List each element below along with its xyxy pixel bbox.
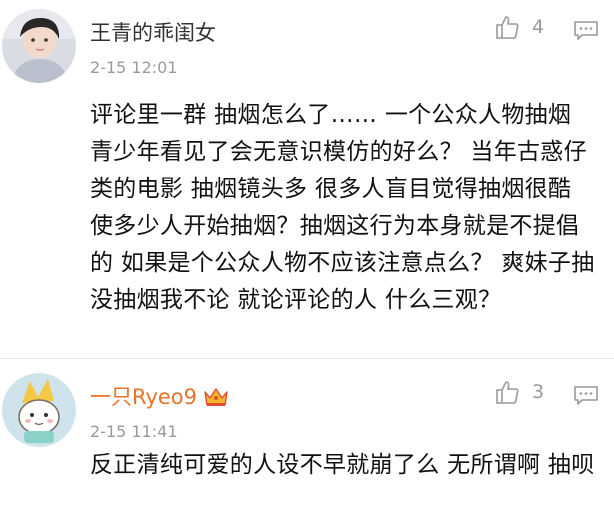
- avatar[interactable]: [2, 9, 76, 83]
- like-count: 4: [532, 16, 545, 38]
- comment-text: 评论里一群 抽烟怎么了…… 一个公众人物抽烟 青少年看见了会无意识模仿的好么？ …: [90, 102, 595, 313]
- user-avatar-photo: [2, 9, 76, 83]
- comment-item: 王青的乖闺女 2-15 12:01 4 评论里一群 抽烟怎么了…… 一个公众人物…: [0, 0, 614, 359]
- like-button[interactable]: 3: [494, 379, 544, 405]
- cartoon-avatar: [2, 373, 76, 447]
- comment-timestamp: 2-15 11:41: [90, 422, 178, 441]
- comment-item: 一只Ryeo9 2-15 11:41 3 反正清纯可爱的人设不早就崩了么 无所谓…: [0, 359, 614, 532]
- crown-icon: [203, 386, 229, 408]
- comment-username[interactable]: 王青的乖闺女: [90, 21, 216, 45]
- comment-reply-icon[interactable]: [573, 385, 599, 405]
- thumbs-up-icon: [494, 14, 520, 40]
- username-text: 一只Ryeo9: [90, 385, 197, 409]
- comment-text: 反正清纯可爱的人设不早就崩了么 无所谓啊 抽呗: [90, 452, 595, 478]
- avatar[interactable]: [2, 373, 76, 447]
- comment-timestamp: 2-15 12:01: [90, 58, 178, 77]
- like-count: 3: [532, 381, 545, 403]
- like-button[interactable]: 4: [494, 14, 544, 40]
- comment-username[interactable]: 一只Ryeo9: [90, 385, 229, 409]
- thumbs-up-icon: [494, 379, 520, 405]
- comment-reply-icon[interactable]: [573, 20, 599, 40]
